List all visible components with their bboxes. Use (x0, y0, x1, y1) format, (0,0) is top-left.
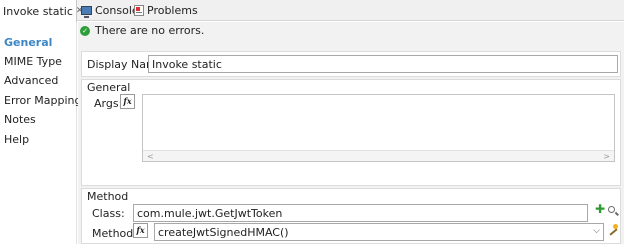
args-textarea[interactable]: < > (142, 94, 615, 162)
nav-item-advanced[interactable]: Advanced (4, 74, 58, 87)
tab-invoke-static-label: Invoke static (3, 4, 73, 18)
general-panel: General Args: fx < > (81, 79, 621, 186)
method-panel: Method Class: com.mule.jwt.GetJwtToken ✚… (81, 188, 621, 244)
general-section-title: General (87, 81, 131, 94)
tab-problems[interactable]: Problems (134, 0, 198, 21)
args-label: Args: (94, 97, 123, 110)
search-class-icon[interactable] (608, 206, 615, 213)
method-section-title: Method (87, 190, 129, 203)
nav-item-notes[interactable]: Notes (4, 113, 36, 126)
editor-tab-bar: Invoke static ✕ Console Problems (0, 0, 624, 22)
add-class-icon[interactable]: ✚ (595, 203, 605, 215)
scroll-left-icon[interactable]: < (147, 152, 154, 161)
wand-icon[interactable] (608, 224, 618, 235)
tab-invoke-static[interactable]: Invoke static ✕ (0, 0, 83, 22)
tab-console-label: Console (95, 4, 139, 17)
nav-item-help[interactable]: Help (4, 133, 29, 146)
tab-console[interactable]: Console (81, 0, 139, 21)
status-bar: ✓ There are no errors. (80, 22, 204, 39)
class-input[interactable]: com.mule.jwt.GetJwtToken (133, 204, 588, 222)
class-label: Class: (92, 207, 125, 220)
display-name-panel: Display Name: Invoke static (81, 51, 621, 77)
properties-nav: General MIME Type Advanced Error Mapping… (0, 22, 82, 244)
args-fx-toggle[interactable]: fx (120, 94, 135, 109)
console-icon (81, 6, 92, 18)
check-circle-icon: ✓ (80, 25, 90, 36)
tab-problems-label: Problems (147, 4, 198, 17)
nav-item-error-mapping[interactable]: Error Mapping (4, 94, 82, 107)
scroll-right-icon[interactable]: > (603, 152, 610, 161)
nav-item-general[interactable]: General (4, 36, 52, 49)
method-select-value: createJwtSignedHMAC() (158, 225, 289, 239)
method-label: Method: (92, 227, 137, 240)
method-select[interactable]: createJwtSignedHMAC() ⌵ (154, 223, 604, 241)
display-name-input[interactable]: Invoke static (148, 55, 618, 73)
nav-item-mime-type[interactable]: MIME Type (4, 55, 62, 68)
status-text: There are no errors. (95, 24, 205, 37)
problems-icon (134, 5, 144, 16)
properties-main: ✓ There are no errors. Display Name: Inv… (78, 22, 624, 244)
method-fx-toggle[interactable]: fx (133, 223, 148, 238)
chevron-down-icon[interactable]: ⌵ (593, 226, 600, 236)
args-horizontal-scrollbar[interactable]: < > (143, 150, 614, 161)
